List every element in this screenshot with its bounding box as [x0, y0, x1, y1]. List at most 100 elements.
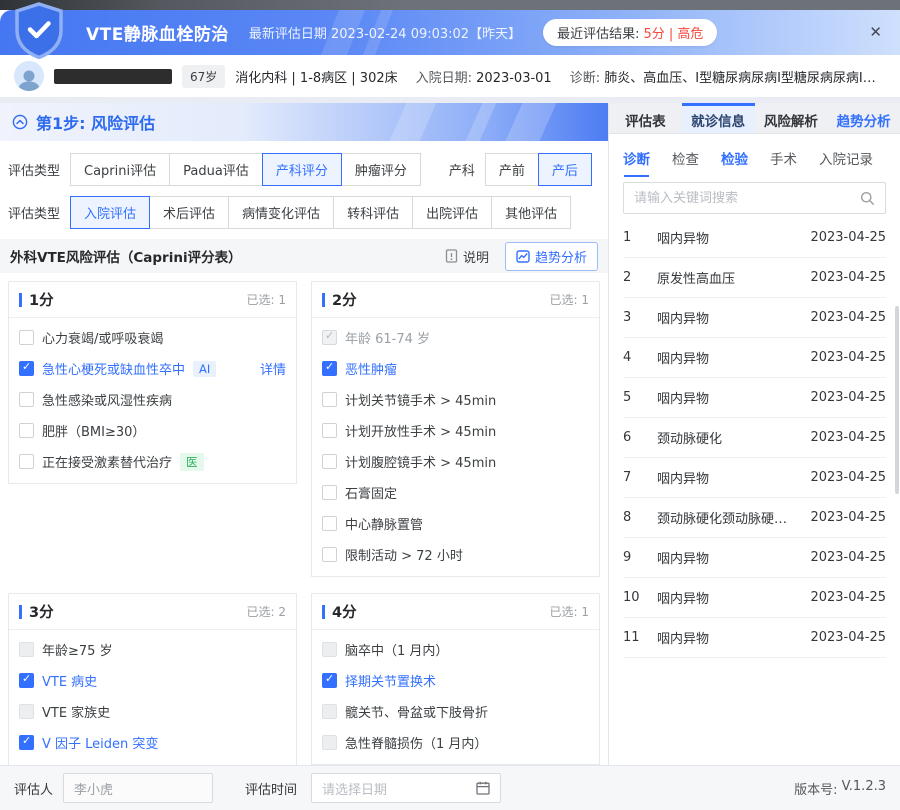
risk-factor-checkbox[interactable]	[19, 673, 34, 688]
subtab-诊断[interactable]: 诊断	[623, 148, 650, 168]
assess-time-label: 评估时间	[245, 779, 297, 798]
close-icon[interactable]: ✕	[869, 25, 882, 40]
patient-name-redacted	[54, 69, 172, 84]
info-sidebar: 评估表就诊信息风险解析趋势分析 诊断 检查 检验 手术 入院记录 1咽内异物2023-0…	[609, 103, 900, 765]
search-input[interactable]	[634, 191, 852, 206]
latest-result-label: 最近评估结果:	[557, 23, 639, 42]
risk-factor-checkbox[interactable]	[322, 330, 337, 345]
risk-factor-checkbox[interactable]	[322, 392, 337, 407]
diagnosis-row[interactable]: 5咽内异物2023-04-25	[623, 378, 886, 418]
diagnosis-row[interactable]: 11咽内异物2023-04-25	[623, 618, 886, 658]
risk-factor-checkbox[interactable]	[322, 361, 337, 376]
risk-factor-checkbox[interactable]	[19, 330, 34, 345]
diagnosis-row[interactable]: 1咽内异物2023-04-25	[623, 218, 886, 258]
tab-就诊信息[interactable]: 就诊信息	[682, 103, 755, 133]
diagnosis-row[interactable]: 3咽内异物2023-04-25	[623, 298, 886, 338]
risk-factor-item: 恶性肿瘤	[322, 353, 589, 384]
risk-factor-item: 择期关节置换术	[322, 665, 589, 696]
risk-factor-label: 正在接受激素替代治疗	[42, 452, 172, 471]
main-body: 第1步: 风险评估 评估类型 Caprini评估Padua评估产科评分肿瘤评分 …	[0, 103, 900, 765]
filter-option[interactable]: 入院评估	[70, 196, 150, 229]
assessor-field[interactable]: 李小虎	[63, 773, 213, 803]
risk-factor-checkbox[interactable]	[19, 392, 34, 407]
filter-option[interactable]: 转科评估	[333, 196, 413, 229]
doctor-badge: 医	[180, 453, 204, 471]
assessment-panel: 第1步: 风险评估 评估类型 Caprini评估Padua评估产科评分肿瘤评分 …	[0, 103, 609, 765]
detail-link[interactable]: 详情	[260, 359, 286, 378]
diagnosis-row[interactable]: 8颈动脉硬化颈动脉硬化颈...2023-04-25	[623, 498, 886, 538]
filter-option[interactable]: 产科评分	[262, 153, 342, 186]
row-name: 咽内异物	[657, 308, 798, 327]
search-icon[interactable]	[860, 191, 875, 206]
ai-badge: AI	[193, 361, 216, 377]
risk-factor-checkbox[interactable]	[322, 642, 337, 657]
panel-selected-count: 已选: 1	[550, 603, 590, 620]
risk-factor-checkbox[interactable]	[322, 485, 337, 500]
risk-factor-checkbox[interactable]	[19, 735, 34, 750]
filter-option[interactable]: Caprini评估	[70, 153, 170, 186]
row-index: 7	[623, 470, 645, 485]
filter-option[interactable]: 出院评估	[412, 196, 492, 229]
trend-analysis-button[interactable]: 趋势分析	[505, 242, 598, 271]
assess-date-field[interactable]: 请选择日期	[311, 773, 501, 803]
panel-score-title: 4分	[332, 601, 357, 622]
tab-风险解析[interactable]: 风险解析	[755, 103, 828, 133]
diagnosis-row[interactable]: 4咽内异物2023-04-25	[623, 338, 886, 378]
row-index: 10	[623, 590, 645, 605]
score-panel-1: 1分已选: 1心力衰竭/或呼吸衰竭急性心梗死或缺血性卒中AI详情急性感染或风湿性…	[8, 281, 297, 484]
risk-factor-checkbox[interactable]	[322, 547, 337, 562]
risk-factor-item: 计划腹腔镜手术 > 45min	[322, 446, 589, 477]
risk-factor-item: 脑卒中（1 月内）	[322, 634, 589, 665]
filter-option[interactable]: 产前	[485, 153, 539, 186]
filter-option[interactable]: 肿瘤评分	[341, 153, 421, 186]
tab-评估表[interactable]: 评估表	[609, 103, 682, 133]
filter-option[interactable]: 术后评估	[149, 196, 229, 229]
filter-option[interactable]: 其他评估	[491, 196, 571, 229]
diagnosis-row[interactable]: 6颈动脉硬化2023-04-25	[623, 418, 886, 458]
diagnosis-row[interactable]: 2原发性高血压2023-04-25	[623, 258, 886, 298]
risk-factor-label: 计划关节镜手术 > 45min	[345, 390, 496, 409]
risk-factor-checkbox[interactable]	[322, 673, 337, 688]
subtab-手术[interactable]: 手术	[770, 148, 797, 168]
subtab-入院记录[interactable]: 入院记录	[819, 148, 873, 168]
risk-factor-item: 正在接受激素替代治疗医	[19, 446, 286, 477]
scrollbar-thumb[interactable]	[895, 306, 899, 494]
panel-accent-bar	[19, 605, 22, 619]
risk-factor-checkbox[interactable]	[19, 704, 34, 719]
risk-factor-item: 年龄 61-74 岁	[322, 322, 589, 353]
risk-factor-item: 中心静脉置管	[322, 508, 589, 539]
risk-factor-checkbox[interactable]	[322, 735, 337, 750]
risk-factor-item: 髋关节、骨盆或下肢骨折	[322, 696, 589, 727]
risk-factor-label: 急性感染或风湿性疾病	[42, 390, 172, 409]
risk-factor-checkbox[interactable]	[322, 454, 337, 469]
tab-趋势分析[interactable]: 趋势分析	[827, 103, 900, 133]
risk-factor-item: V 因子 Leiden 突变	[19, 727, 286, 758]
risk-factor-label: 肥胖（BMI≥30）	[42, 421, 145, 440]
row-date: 2023-04-25	[810, 350, 886, 365]
risk-factor-checkbox[interactable]	[19, 423, 34, 438]
filter-option[interactable]: Padua评估	[169, 153, 263, 186]
risk-factor-checkbox[interactable]	[19, 361, 34, 376]
diagnosis-row[interactable]: 7咽内异物2023-04-25	[623, 458, 886, 498]
row-index: 5	[623, 390, 645, 405]
collapse-circle-icon[interactable]	[12, 114, 28, 130]
risk-factor-checkbox[interactable]	[19, 642, 34, 657]
help-button[interactable]: 说明	[445, 247, 489, 266]
row-name: 咽内异物	[657, 228, 798, 247]
caprini-section-band: 外科VTE风险评估（Caprini评分表） 说明 趋势分析	[0, 239, 608, 273]
filter-option[interactable]: 产后	[538, 153, 592, 186]
row-name: 颈动脉硬化颈动脉硬化颈...	[657, 508, 798, 527]
risk-factor-label: 心力衰竭/或呼吸衰竭	[42, 328, 163, 347]
risk-factor-checkbox[interactable]	[322, 423, 337, 438]
subtab-检查[interactable]: 检查	[672, 148, 699, 168]
diagnosis-row[interactable]: 10咽内异物2023-04-25	[623, 578, 886, 618]
filter-option[interactable]: 病情变化评估	[228, 196, 334, 229]
row-date: 2023-04-25	[810, 510, 886, 525]
subtab-检验[interactable]: 检验	[721, 148, 748, 168]
risk-factor-label: 年龄≥75 岁	[42, 640, 113, 659]
risk-factor-checkbox[interactable]	[19, 454, 34, 469]
row-name: 原发性高血压	[657, 268, 798, 287]
diagnosis-row[interactable]: 9咽内异物2023-04-25	[623, 538, 886, 578]
risk-factor-checkbox[interactable]	[322, 516, 337, 531]
risk-factor-checkbox[interactable]	[322, 704, 337, 719]
